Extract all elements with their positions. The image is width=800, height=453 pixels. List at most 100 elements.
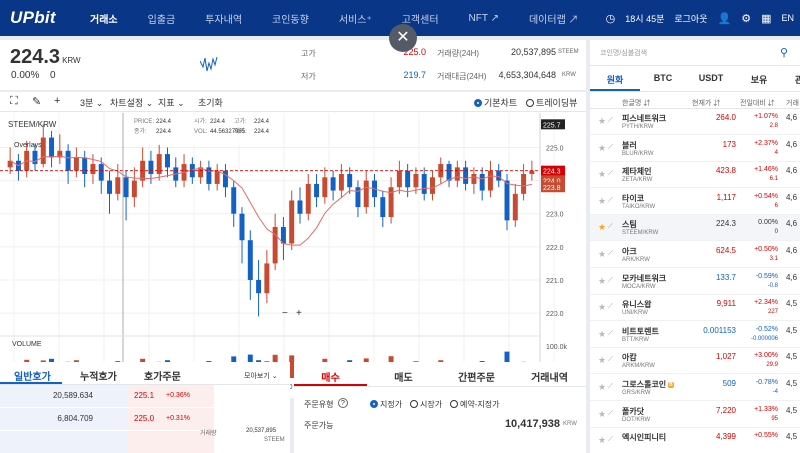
col-header-volume[interactable]: 거래 — [786, 98, 799, 108]
orderbook-row[interactable]: 20,589.634 225.1 +0.36% — [0, 385, 290, 407]
col-header-name[interactable]: 한글명 ⇵ — [622, 98, 650, 108]
radio-off-icon — [450, 400, 458, 408]
available-label: 주문가능 — [304, 421, 334, 430]
view-toggle[interactable]: 모아보기 ⌄ — [244, 371, 278, 381]
market-row[interactable]: ★ ⟋ 엑시인피니티 4,399 +0.55% 4,5 — [590, 428, 800, 453]
market-row[interactable]: ★ ⟋ 아크 ARK/KRW 624.5 +0.50% 3.1 4,6 — [590, 242, 800, 268]
col-header-price[interactable]: 현재가 ⇵ — [692, 98, 720, 108]
candle-body — [521, 173, 527, 194]
favorite-star-icon[interactable]: ★ — [598, 143, 606, 154]
nav-investments[interactable]: 투자내역 — [205, 11, 242, 26]
chart-link-icon[interactable]: ⟋ — [608, 303, 613, 311]
upbit-logo[interactable]: UPbit — [10, 8, 90, 28]
candle-body — [446, 164, 452, 181]
crosshair-icon[interactable]: + — [54, 95, 60, 107]
candle-body — [504, 180, 510, 221]
market-row[interactable]: ★ ⟋ 피스네트워크 PYTH/KRW 264.0 +1.07% 2.8 4,6 — [590, 109, 800, 135]
tab-sell[interactable]: 매도 — [367, 369, 440, 384]
tab-usdt[interactable]: USDT — [686, 73, 736, 83]
chart-link-icon[interactable]: ⟋ — [608, 170, 613, 178]
chart-link-icon[interactable]: ⟋ — [608, 383, 613, 391]
coin-price: 133.7 — [715, 272, 736, 282]
market-row[interactable]: ★ ⟋ 비트토렌트 BTT/KRW 0.001153 -0.52% -0.000006 4,5 — [590, 322, 800, 348]
col-header-change[interactable]: 전일대비 ⇵ — [740, 98, 775, 108]
fullscreen-icon[interactable]: ⛶ — [10, 95, 18, 108]
favorite-star-icon[interactable]: ★ — [598, 329, 606, 340]
nav-datalab[interactable]: 데이터랩 ↗ — [529, 11, 579, 26]
market-row[interactable]: ★ ⟋ 그로스톨코인 B GRS/KRW 509 -0.78% -4 4,5 — [590, 375, 800, 401]
nav-services[interactable]: 서비스⁺ — [339, 11, 372, 26]
market-row[interactable]: ★ ⟋ 모카네트워크 MOCA/KRW 133.7 -0.59% -0.8 4,6 — [590, 269, 800, 295]
order-type-limit[interactable]: 지정가 — [370, 399, 402, 410]
favorite-star-icon[interactable]: ★ — [598, 302, 606, 313]
tab-interest[interactable]: 관 — [774, 73, 800, 86]
search-icon[interactable]: ⚲ — [780, 46, 788, 59]
reset-button[interactable]: 초기화 — [198, 96, 223, 109]
search-input[interactable]: 코인명/심볼검색 — [600, 48, 647, 58]
nav-exchange[interactable]: 거래소 — [90, 11, 118, 26]
coin-change-amt: 2.8 — [769, 123, 778, 129]
tab-general-orderbook[interactable]: 일반호가 — [14, 368, 51, 383]
favorite-star-icon[interactable]: ★ — [598, 116, 606, 127]
order-type-market[interactable]: 시장가 — [410, 399, 442, 410]
favorite-star-icon[interactable]: ★ — [598, 196, 606, 207]
coin-change-pct: +0.50% — [754, 246, 778, 253]
favorite-star-icon[interactable]: ★ — [598, 222, 606, 233]
favorite-star-icon[interactable]: ★ — [598, 382, 606, 393]
close-icon[interactable]: ✕ — [389, 24, 417, 52]
favorite-star-icon[interactable]: ★ — [598, 355, 606, 366]
nav-support[interactable]: 고객센터 — [402, 11, 439, 26]
chart-link-icon[interactable]: ⟋ — [608, 250, 613, 258]
market-row[interactable]: ★ ⟋ 제타체인 ZETA/KRW 423.8 +1.46% 6.1 4,6 — [590, 162, 800, 189]
tab-simple-order[interactable]: 간편주문 — [440, 369, 513, 384]
interval-select[interactable]: 3분 ⌄ — [80, 96, 103, 109]
tradingview-radio[interactable]: 트레이딩뷰 — [526, 96, 577, 109]
chart-link-icon[interactable]: ⟋ — [608, 144, 613, 152]
y-tick-label: 220.0 — [546, 311, 564, 318]
chart-settings-button[interactable]: 차트설정 ⌄ — [110, 96, 153, 109]
chart-link-icon[interactable]: ⟋ — [608, 410, 613, 418]
chart-link-icon[interactable]: ⟋ — [608, 197, 613, 205]
tab-buy[interactable]: 매수 — [294, 369, 367, 384]
tab-cumulative-orderbook[interactable]: 누적호가 — [80, 368, 117, 383]
chart-link-icon[interactable]: ⟋ — [608, 223, 613, 231]
chart-link-icon[interactable]: ⟋ — [608, 356, 613, 364]
nav-nft[interactable]: NFT ↗ — [469, 13, 499, 24]
coin-volume: 4,6 — [786, 272, 798, 282]
tab-orderbook-order[interactable]: 호가주문 — [144, 368, 181, 383]
chart-link-icon[interactable]: ⟋ — [608, 330, 613, 338]
favorite-star-icon[interactable]: ★ — [598, 409, 606, 420]
chart-link-icon[interactable]: ⟋ — [608, 436, 613, 444]
draw-pencil-icon[interactable]: ✎ — [32, 95, 41, 108]
tab-trade-history[interactable]: 거래내역 — [513, 369, 586, 384]
market-row[interactable]: ★ ⟋ 아캄 ARKM/KRW 1,027 +3.00% 29.9 4,5 — [590, 348, 800, 375]
nav-deposit-withdraw[interactable]: 입출금 — [148, 11, 176, 26]
orderbook-row[interactable]: 6,804.709 225.0 +0.31% — [0, 408, 290, 430]
candlestick-chart[interactable]: 225.0224.0223.0222.0221.0220.08:008:309:… — [0, 113, 586, 398]
tab-btc[interactable]: BTC — [638, 73, 688, 83]
chart-link-icon[interactable]: ⟋ — [608, 117, 613, 125]
order-type-reserved[interactable]: 예약-지정가 — [450, 399, 499, 410]
logout-button[interactable]: 로그아웃 — [674, 12, 707, 25]
tab-krw[interactable]: 원화 — [590, 73, 640, 86]
apps-grid-icon[interactable]: ▦ — [761, 12, 771, 25]
market-row[interactable]: ★ ⟋ 스팀 STEEM/KRW 224.3 0.00% 0 4,6 — [590, 215, 800, 242]
orderbook-row[interactable] — [0, 431, 290, 453]
basic-chart-radio[interactable]: 기본차트 — [474, 96, 517, 109]
market-row[interactable]: ★ ⟋ 폴카닷 DOT/KRW 7,220 +1.33% 95 4,5 — [590, 402, 800, 428]
market-row[interactable]: ★ ⟋ 유니스왑 UNI/KRW 9,911 +2.34% 227 4,5 — [590, 295, 800, 322]
favorite-star-icon[interactable]: ★ — [598, 435, 606, 446]
indicator-button[interactable]: 지표 ⌄ — [158, 96, 185, 109]
language-button[interactable]: EN — [781, 13, 794, 23]
nav-coin-trends[interactable]: 코인동향 — [272, 11, 309, 26]
market-row[interactable]: ★ ⟋ 타이코 TAIKO/KRW 1,117 +0.54% 6 4,6 — [590, 189, 800, 215]
chart-link-icon[interactable]: ⟋ — [608, 277, 613, 285]
favorite-star-icon[interactable]: ★ — [598, 276, 606, 287]
help-icon[interactable]: ? — [338, 398, 348, 408]
market-row[interactable]: ★ ⟋ 블러 BLUR/KRW 173 +2.37% 4 4,6 — [590, 136, 800, 162]
settings-icon[interactable]: ⚙ — [741, 12, 751, 25]
favorite-star-icon[interactable]: ★ — [598, 249, 606, 260]
coin-search[interactable]: 코인명/심볼검색 ⚲ — [590, 40, 800, 66]
favorite-star-icon[interactable]: ★ — [598, 169, 606, 180]
user-icon[interactable]: 👤 — [718, 12, 732, 25]
